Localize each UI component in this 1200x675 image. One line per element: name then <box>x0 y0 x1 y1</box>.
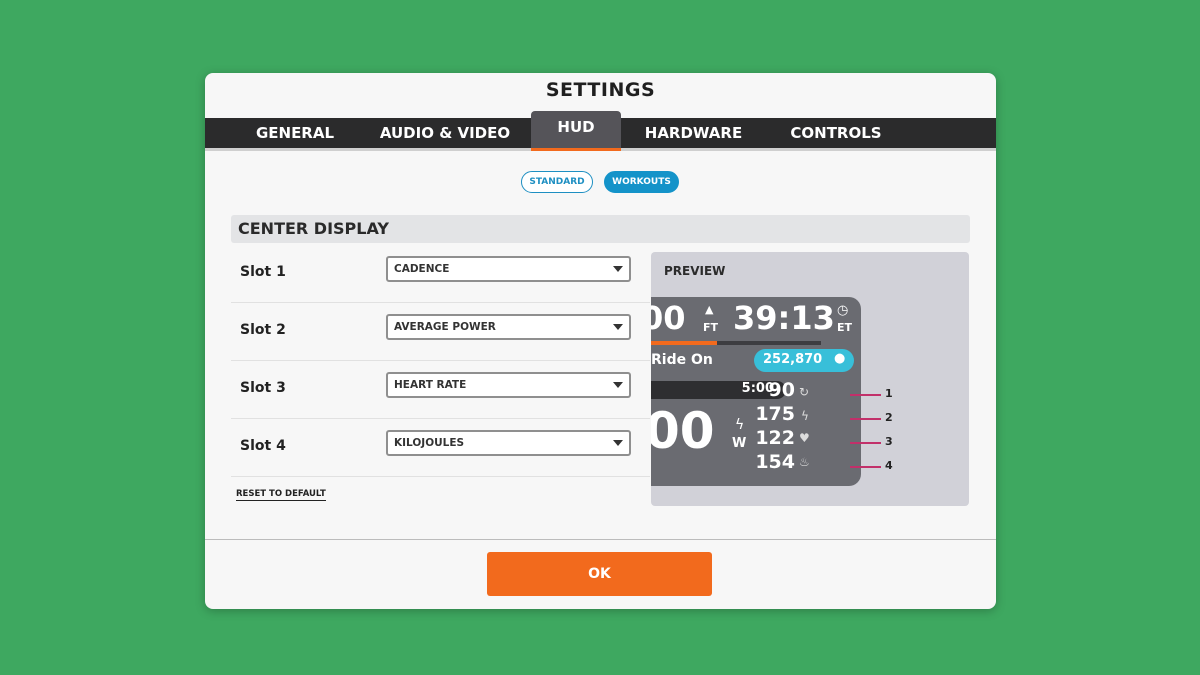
heart-icon: ♥ <box>799 431 810 445</box>
chevron-down-icon <box>613 440 623 446</box>
workouts-toggle-button[interactable]: WORKOUTS <box>604 171 679 193</box>
slot-number-4: 4 <box>885 459 893 472</box>
chevron-down-icon <box>613 324 623 330</box>
time-unit: ET <box>837 321 853 334</box>
droplet-icon: ● <box>834 351 846 366</box>
tab-bar: GENERAL AUDIO & VIDEO HUD HARDWARE CONTR… <box>205 111 996 151</box>
slot-2-connector <box>850 418 881 420</box>
slot-1-dropdown[interactable]: CADENCE <box>386 256 631 282</box>
slot-label: Slot 3 <box>240 380 286 396</box>
ok-button[interactable]: OK <box>487 552 712 596</box>
slot-number-1: 1 <box>885 387 893 400</box>
slot-row: Slot 4 KILOJOULES <box>231 419 650 477</box>
slot-4-connector <box>850 466 881 468</box>
power-value: 00 <box>651 402 715 460</box>
elapsed-time: 39:13 <box>733 299 835 337</box>
chevron-down-icon <box>613 266 623 272</box>
cadence-icon: ↻ <box>799 385 810 399</box>
drops-value: 252,870 <box>763 352 823 367</box>
slot-4-dropdown[interactable]: KILOJOULES <box>386 430 631 456</box>
slot-label: Slot 2 <box>240 322 286 338</box>
hud-preview-panel: PREVIEW 00 ▲ FT 39:13 ◷ ET Ride On 252,8… <box>651 252 969 506</box>
dropdown-value: CADENCE <box>394 263 450 275</box>
slot-3-connector <box>850 442 881 444</box>
tab-general[interactable]: GENERAL <box>235 118 355 148</box>
slot-row: Slot 1 CADENCE <box>231 245 650 303</box>
section-title: CENTER DISPLAY <box>238 219 389 238</box>
tab-hud[interactable]: HUD <box>531 111 621 151</box>
reset-to-default-link[interactable]: RESET TO DEFAULT <box>236 489 326 501</box>
mountain-icon: ▲ <box>705 303 714 316</box>
hud-preview: 00 ▲ FT 39:13 ◷ ET Ride On 252,870 ● 5:0… <box>651 297 861 486</box>
drops-badge: 252,870 ● <box>754 349 854 372</box>
progress-fill <box>651 341 717 345</box>
slot-row: Slot 3 HEART RATE <box>231 361 650 419</box>
dropdown-value: AVERAGE POWER <box>394 321 496 333</box>
slot-label: Slot 4 <box>240 438 286 454</box>
center-display-section-header: CENTER DISPLAY <box>231 215 970 243</box>
progress-bar <box>651 341 821 345</box>
dropdown-value: HEART RATE <box>394 379 467 391</box>
elevation-unit: FT <box>703 321 719 334</box>
metric-slot-4-value: 154 <box>755 451 795 473</box>
ride-on-label: Ride On <box>651 352 713 368</box>
chevron-down-icon <box>613 382 623 388</box>
slot-label: Slot 1 <box>240 264 286 280</box>
elevation-value: 00 <box>651 299 686 337</box>
tab-audio-video[interactable]: AUDIO & VIDEO <box>375 118 515 148</box>
slot-row: Slot 2 AVERAGE POWER <box>231 303 650 361</box>
slot-number-2: 2 <box>885 411 893 424</box>
dropdown-value: KILOJOULES <box>394 437 465 449</box>
lightning-icon: ϟ <box>801 409 809 423</box>
flame-icon: ♨ <box>799 455 810 469</box>
footer-divider <box>205 539 996 540</box>
clock-icon: ◷ <box>837 303 849 318</box>
preview-title: PREVIEW <box>664 264 726 278</box>
tab-hardware[interactable]: HARDWARE <box>635 118 752 148</box>
metric-slot-3-value: 122 <box>755 427 795 449</box>
tab-controls[interactable]: CONTROLS <box>775 118 897 148</box>
metric-slot-1-value: 90 <box>768 379 795 401</box>
dialog-title: SETTINGS <box>545 79 656 101</box>
settings-dialog: SETTINGS GENERAL AUDIO & VIDEO HUD HARDW… <box>205 73 996 609</box>
slot-1-connector <box>850 394 881 396</box>
standard-toggle-button[interactable]: STANDARD <box>521 171 593 193</box>
slot-2-dropdown[interactable]: AVERAGE POWER <box>386 314 631 340</box>
metric-slot-2-value: 175 <box>755 403 795 425</box>
slot-number-3: 3 <box>885 435 893 448</box>
slot-3-dropdown[interactable]: HEART RATE <box>386 372 631 398</box>
